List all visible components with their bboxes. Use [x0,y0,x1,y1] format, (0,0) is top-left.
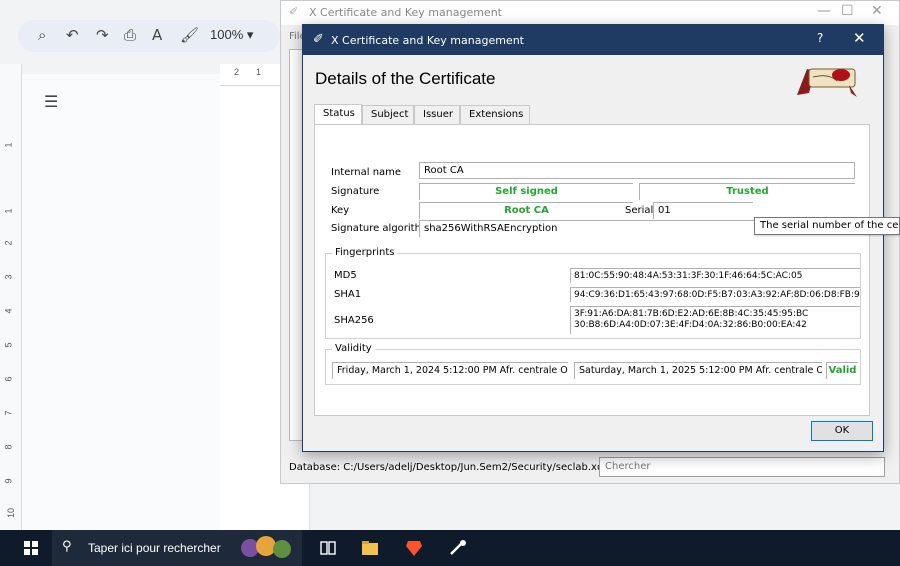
main-titlebar: ✐ X Certificate and Key management — ☐ ✕ [281,1,899,25]
xca-app-icon: ✐ [313,32,324,47]
maximize-icon[interactable]: ☐ [841,3,854,19]
not-before-field[interactable]: Friday, March 1, 2024 5:12:00 PM Afr. ce… [332,362,568,379]
status-tab-panel: Internal name Root CA Signature Self sig… [314,124,870,416]
signature-algorithm-label: Signature algorithm [331,223,431,234]
minimize-icon[interactable]: — [817,3,831,19]
ruler-number: 7 [3,410,14,416]
validity-state: Valid [826,362,858,379]
taskbar-search[interactable]: ⚲ Taper ici pour rechercher [52,530,302,566]
ruler-number: 3 [3,274,14,280]
taskbar-search-text: Taper ici pour rechercher [88,541,221,555]
signature-label: Signature [331,186,380,197]
tab-issuer[interactable]: Issuer [414,105,460,124]
xca-icon[interactable] [448,538,468,558]
windows-start-icon[interactable] [24,541,38,555]
ruler-number: 4 [3,308,14,314]
paint-format-icon[interactable]: 🖌 [180,25,199,45]
ruler-number: 2 [3,240,14,246]
sha1-field[interactable]: 94:C9:36:D1:65:43:97:68:0D:F5:B7:03:A3:9… [570,287,860,302]
dialog-heading: Details of the Certificate [315,69,496,88]
serial-label: Serial [625,205,654,216]
xca-app-icon: ✐ [289,5,299,18]
outline-list-icon[interactable]: ☰ [44,92,58,111]
print-icon[interactable]: ⎙ [124,25,136,45]
fingerprints-title: Fingerprints [332,247,398,258]
sha256-line: 30:B8:6D:A4:0D:07:3E:4F:D4:0A:32:86:B0:0… [574,320,807,330]
ruler-number: 1 [3,142,14,148]
sha256-label: SHA256 [334,315,374,326]
not-after-field[interactable]: Saturday, March 1, 2025 5:12:00 PM Afr. … [574,362,822,379]
ok-button[interactable]: OK [811,421,873,441]
file-explorer-icon[interactable] [360,538,380,558]
document-outline [22,74,220,530]
brave-browser-icon[interactable] [404,538,424,558]
tab-status[interactable]: Status [314,104,362,125]
close-icon[interactable]: ✕ [871,3,883,19]
trust-state: Trusted [639,183,855,200]
left-ruler: 1 1 2 3 4 5 6 7 8 9 10 [0,64,22,530]
internal-name-field[interactable]: Root CA [419,162,855,179]
sha256-line: 3F:91:A6:DA:81:7B:6D:E2:AD:6E:8B:4C:35:4… [574,309,809,319]
dialog-title: X Certificate and Key management [331,34,524,47]
ruler-number: 10 [6,507,17,519]
search-icon: ⚲ [62,539,72,554]
serial-field[interactable]: 01 [653,202,753,219]
validity-title: Validity [332,343,375,354]
help-button[interactable]: ? [817,31,823,45]
md5-label: MD5 [334,270,357,281]
database-path: Database: C:/Users/adelj/Desktop/Jun.Sem… [289,462,610,473]
dialog-titlebar: ✐ X Certificate and Key management ? ✕ [303,25,883,55]
close-button[interactable]: ✕ [853,29,866,47]
search-input[interactable]: Chercher [599,457,885,477]
search-icon[interactable]: ⌕ [38,25,46,45]
spellcheck-icon[interactable]: A [152,25,162,45]
sha1-label: SHA1 [334,289,362,300]
ruler-number: 1 [256,67,262,77]
serial-tooltip: The serial number of the certifi [754,217,900,235]
tab-subject[interactable]: Subject [362,105,414,124]
ruler-number: 8 [3,444,14,450]
validity-group: Validity Friday, March 1, 2024 5:12:00 P… [325,343,861,385]
signature-value: Self signed [419,183,633,200]
task-view-icon[interactable] [318,538,338,558]
fingerprints-group: Fingerprints MD5 81:0C:55:90:48:4A:53:31… [325,247,861,339]
ruler-number: 2 [234,67,240,77]
md5-field[interactable]: 81:0C:55:90:48:4A:53:31:3F:30:1F:46:64:5… [570,268,860,283]
key-value: Root CA [419,202,633,219]
ruler-number: 6 [3,376,14,382]
signature-algorithm-field[interactable]: sha256WithRSAEncryption [419,220,757,237]
ruler-number: 9 [3,478,14,484]
status-bar: Database: C:/Users/adelj/Desktop/Jun.Sem… [281,455,900,479]
redo-icon[interactable]: ↷ [96,25,109,45]
taskbar: ⚲ Taper ici pour rechercher [0,530,900,566]
ruler-number: 5 [3,342,14,348]
main-window-title: X Certificate and Key management [309,6,502,19]
key-label: Key [331,205,350,216]
tab-extensions[interactable]: Extensions [460,105,530,124]
sha256-field[interactable]: 3F:91:A6:DA:81:7B:6D:E2:AD:6E:8B:4C:35:4… [570,306,860,334]
certificate-seal-logo [797,68,857,97]
certificate-details-dialog: ✐ X Certificate and Key management ? ✕ D… [302,24,884,452]
search-highlight-icon [241,536,291,558]
ruler-number: 1 [3,208,14,214]
zoom-select[interactable]: 100% ▾ [210,27,253,43]
undo-icon[interactable]: ↶ [66,25,79,45]
internal-name-label: Internal name [331,167,402,178]
